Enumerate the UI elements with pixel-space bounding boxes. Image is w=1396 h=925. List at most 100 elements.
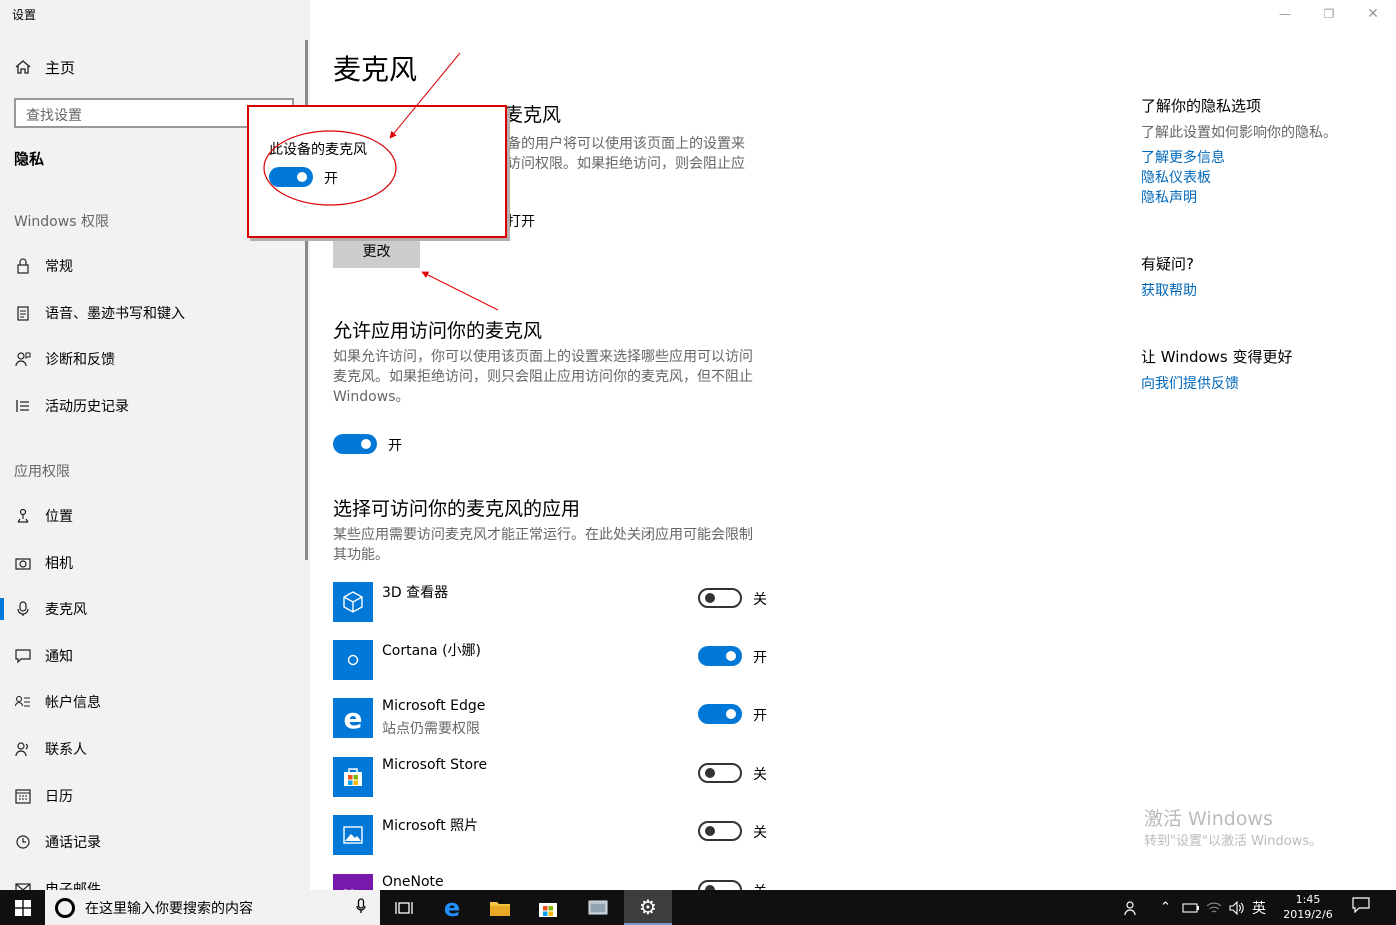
allow-apps-desc: 如果允许访问，你可以使用该页面上的设置来选择哪些应用可以访问麦克风。如果拒绝访问… <box>333 349 753 405</box>
battery-icon[interactable] <box>1182 890 1200 925</box>
action-center-icon[interactable] <box>1352 897 1372 917</box>
volume-icon[interactable] <box>1229 890 1245 925</box>
app-toggle[interactable] <box>698 646 742 666</box>
folder-icon <box>490 901 510 916</box>
app-toggle[interactable] <box>698 704 742 724</box>
sidebar-item-location[interactable]: 位置 <box>14 505 73 527</box>
app-row-cortana: Cortana (小娜) 开 <box>333 640 773 680</box>
contacts-icon <box>14 740 32 758</box>
sidebar-item-mail[interactable]: 电子邮件 <box>14 878 101 890</box>
app-row-photos: Microsoft 照片 关 <box>333 815 773 855</box>
sidebar-item-label: 常规 <box>45 259 73 275</box>
activation-watermark-subtitle: 转到"设置"以激活 Windows。 <box>1144 834 1323 849</box>
timeline-icon <box>14 397 32 415</box>
restore-button[interactable]: ❐ <box>1306 0 1352 28</box>
camera-icon <box>14 554 32 572</box>
gear-icon: ⚙ <box>639 894 657 919</box>
choose-apps-heading: 选择可访问你的麦克风的应用 <box>333 498 581 520</box>
sidebar-item-call-history[interactable]: 通话记录 <box>14 831 101 853</box>
people-icon[interactable] <box>1124 890 1140 925</box>
privacy-dashboard-link[interactable]: 隐私仪表板 <box>1141 167 1211 187</box>
device-microphone-toggle-label: 开 <box>324 171 338 187</box>
taskbar-settings[interactable]: ⚙ <box>624 890 672 925</box>
app-window-icon <box>588 900 608 914</box>
clock-time: 1:45 <box>1295 893 1321 906</box>
app-row-edge: e Microsoft Edge 站点仍需要权限 开 <box>333 698 773 738</box>
home-label: 主页 <box>45 58 76 77</box>
settings-window: 主页 查找设置 隐私 Windows 权限 常规 语音、墨迹书写和键入 诊断和反… <box>0 0 1396 890</box>
sidebar-item-calendar[interactable]: 日历 <box>14 785 73 807</box>
start-button[interactable] <box>0 890 45 925</box>
network-icon[interactable] <box>1206 890 1222 925</box>
device-microphone-toggle[interactable] <box>269 167 313 187</box>
sidebar-item-label: 语音、墨迹书写和键入 <box>45 306 185 322</box>
app-toggle-label: 关 <box>753 767 767 783</box>
app-name: Microsoft Edge <box>382 698 486 714</box>
give-feedback-link[interactable]: 向我们提供反馈 <box>1141 373 1239 393</box>
sidebar-item-notifications[interactable]: 通知 <box>14 645 73 667</box>
device-access-desc-line1: 备的用户将可以使用该页面上的设置来 <box>507 136 745 152</box>
sidebar-item-label: 日历 <box>45 789 73 805</box>
improve-windows-heading: 让 Windows 变得更好 <box>1141 348 1293 366</box>
current-section-title: 隐私 <box>14 150 45 168</box>
sidebar-item-label: 活动历史记录 <box>45 399 129 415</box>
sidebar-item-general[interactable]: 常规 <box>14 255 73 277</box>
learn-more-link[interactable]: 了解更多信息 <box>1141 147 1225 167</box>
sidebar-item-label: 位置 <box>45 509 73 525</box>
allow-apps-toggle-label: 开 <box>388 438 402 454</box>
app-name: OneNote <box>382 874 444 890</box>
change-button[interactable]: 更改 <box>333 237 420 268</box>
device-microphone-flyout: 此设备的麦克风 开 <box>247 105 507 238</box>
app-name: Microsoft 照片 <box>382 818 479 834</box>
windows-permissions-heading: Windows 权限 <box>14 214 109 230</box>
chevron-up-icon[interactable]: ⌃ <box>1160 890 1171 925</box>
sidebar-item-label: 帐户信息 <box>45 695 101 711</box>
cortana-circle-icon <box>55 897 75 918</box>
app-toggle[interactable] <box>698 821 742 841</box>
taskbar-file-explorer[interactable] <box>476 890 524 925</box>
taskbar-edge[interactable]: e <box>428 890 476 925</box>
mail-icon <box>14 880 32 890</box>
sidebar-item-camera[interactable]: 相机 <box>14 552 73 574</box>
sidebar-item-speech[interactable]: 语音、墨迹书写和键入 <box>14 302 185 324</box>
taskbar-app[interactable] <box>574 890 622 925</box>
sidebar-item-contacts[interactable]: 联系人 <box>14 738 87 760</box>
store-icon <box>333 757 373 797</box>
sidebar-item-label: 麦克风 <box>45 602 87 618</box>
taskbar-search-placeholder: 在这里输入你要搜索的内容 <box>85 900 253 917</box>
ime-indicator[interactable]: 英 <box>1252 890 1266 925</box>
privacy-statement-link[interactable]: 隐私声明 <box>1141 187 1197 207</box>
cube-icon <box>333 582 373 622</box>
task-view-button[interactable] <box>380 890 428 925</box>
sidebar-item-diagnostics[interactable]: 诊断和反馈 <box>14 348 115 370</box>
sidebar-item-microphone[interactable]: 麦克风 <box>0 598 87 620</box>
lock-icon <box>14 257 32 275</box>
get-help-link[interactable]: 获取帮助 <box>1141 280 1197 300</box>
clock-date: 2019/2/6 <box>1283 908 1333 921</box>
app-permissions-heading: 应用权限 <box>14 464 70 480</box>
taskbar-clock[interactable]: 1:45 2019/2/6 <box>1276 892 1340 922</box>
windows-logo-icon <box>14 899 31 916</box>
clipboard-icon <box>14 304 32 322</box>
sidebar-home[interactable]: 主页 <box>14 56 75 78</box>
mic-icon[interactable] <box>356 897 366 918</box>
app-row-store: Microsoft Store 关 <box>333 757 773 797</box>
app-toggle[interactable] <box>698 880 742 890</box>
location-icon <box>14 507 32 525</box>
app-toggle[interactable] <box>698 763 742 783</box>
app-toggle[interactable] <box>698 588 742 608</box>
sidebar-item-activity-history[interactable]: 活动历史记录 <box>14 395 129 417</box>
cortana-icon <box>333 640 373 680</box>
sidebar-item-account-info[interactable]: 帐户信息 <box>14 691 101 713</box>
minimize-button[interactable]: — <box>1262 0 1308 28</box>
choose-apps-desc: 某些应用需要访问麦克风才能正常运行。在此处关闭应用可能会限制其功能。 <box>333 527 753 563</box>
activation-watermark-title: 激活 Windows <box>1144 808 1273 830</box>
taskbar-store[interactable] <box>524 890 572 925</box>
taskbar-search-box[interactable]: 在这里输入你要搜索的内容 <box>45 890 380 925</box>
allow-apps-toggle[interactable] <box>333 434 377 454</box>
close-button[interactable]: ✕ <box>1350 0 1396 28</box>
account-info-icon <box>14 693 32 711</box>
store-taskbar-icon <box>539 902 557 917</box>
app-toggle-label: 关 <box>753 881 767 890</box>
person-feedback-icon <box>14 350 32 368</box>
